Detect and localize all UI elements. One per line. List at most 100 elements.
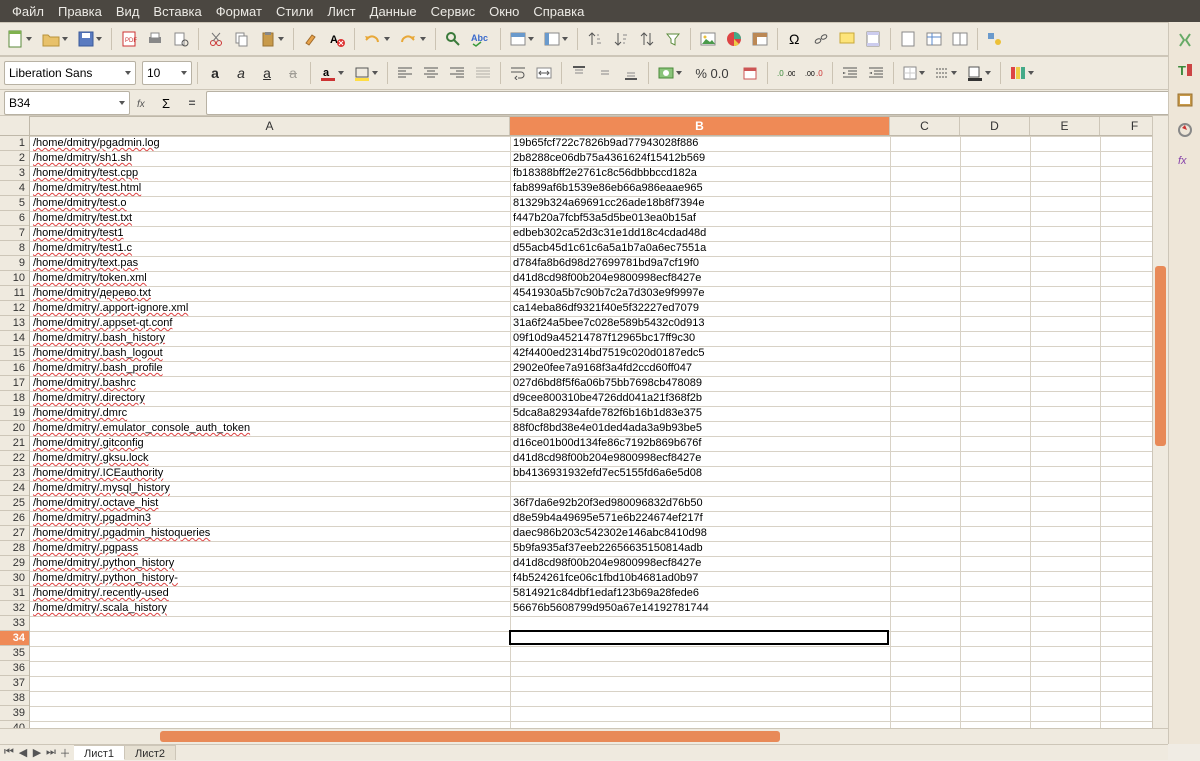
sheet-tab[interactable]: Лист1	[74, 745, 125, 760]
cell[interactable]: /home/dmitry/.pgadmin_histoqueries	[30, 526, 510, 541]
insert-pivot-button[interactable]	[748, 27, 772, 51]
open-button[interactable]	[38, 27, 72, 51]
cell[interactable]: /home/dmitry/.pgadmin3	[30, 511, 510, 526]
cell[interactable]: edbeb302ca52d3c31e1dd18c4cdad48d	[510, 226, 890, 241]
name-box[interactable]	[4, 91, 130, 115]
row-header[interactable]: 15	[0, 346, 29, 361]
cell[interactable]: /home/dmitry/.directory	[30, 391, 510, 406]
align-right-button[interactable]	[445, 61, 469, 85]
cell[interactable]: 81329b324a69691cc26ade18b8f7394e	[510, 196, 890, 211]
row-header[interactable]: 8	[0, 241, 29, 256]
cell[interactable]: /home/dmitry/дерево.txt	[30, 286, 510, 301]
add-sheet-button[interactable]: ＋	[58, 745, 72, 761]
autofilter-button[interactable]	[661, 27, 685, 51]
name-box-input[interactable]	[9, 96, 115, 110]
cell-area[interactable]: /home/dmitry/pgadmin.log/home/dmitry/sh1…	[30, 136, 1168, 728]
cell[interactable]: /home/dmitry/token.xml	[30, 271, 510, 286]
cell[interactable]: /home/dmitry/test.o	[30, 196, 510, 211]
cell[interactable]: /home/dmitry/.emulator_console_auth_toke…	[30, 421, 510, 436]
row-headers[interactable]: 1234567891011121314151617181920212223242…	[0, 136, 30, 728]
define-print-area-button[interactable]	[896, 27, 920, 51]
cell[interactable]: 19b65fcf722c7826b9ad77943028f886	[510, 136, 890, 151]
cell[interactable]: f4b524261fce06c1fbd10b4681ad0b97	[510, 571, 890, 586]
row-header[interactable]: 10	[0, 271, 29, 286]
cell[interactable]: 88f0cf8bd38e4e01ded4ada3a9b93be5	[510, 421, 890, 436]
row-header[interactable]: 2	[0, 151, 29, 166]
cell[interactable]: /home/dmitry/.bash_history	[30, 331, 510, 346]
paste-button[interactable]	[256, 27, 288, 51]
menu-данные[interactable]: Данные	[364, 2, 423, 21]
row-header[interactable]: 37	[0, 676, 29, 691]
row-header[interactable]: 7	[0, 226, 29, 241]
cell[interactable]: /home/dmitry/test1	[30, 226, 510, 241]
row-header[interactable]: 22	[0, 451, 29, 466]
cell[interactable]: 2b8288ce06db75a4361624f15412b569	[510, 151, 890, 166]
menu-вставка[interactable]: Вставка	[147, 2, 207, 21]
find-replace-button[interactable]	[441, 27, 465, 51]
insert-hyperlink-button[interactable]	[809, 27, 833, 51]
column-button[interactable]	[540, 27, 572, 51]
menu-вид[interactable]: Вид	[110, 2, 146, 21]
spreadsheet-grid[interactable]: ABCDEF 123456789101112131415161718192021…	[0, 116, 1168, 728]
cell[interactable]: /home/dmitry/test.html	[30, 181, 510, 196]
wrap-text-button[interactable]	[506, 61, 530, 85]
cell[interactable]: d16ce01b00d134fe86c7192b869b676f	[510, 436, 890, 451]
bold-button[interactable]: a	[203, 61, 227, 85]
cell[interactable]: /home/dmitry/.apport-ignore.xml	[30, 301, 510, 316]
font-size-combo[interactable]	[142, 61, 192, 85]
sheet-nav[interactable]: ⏮ ◀ ▶ ⏭ ＋	[0, 745, 74, 760]
cell[interactable]: /home/dmitry/.scala_history	[30, 601, 510, 616]
cell[interactable]: /home/dmitry/.dmrc	[30, 406, 510, 421]
sidebar-functions-icon[interactable]: fx	[1173, 148, 1197, 172]
menu-окно[interactable]: Окно	[483, 2, 525, 21]
cell[interactable]: /home/dmitry/test1.c	[30, 241, 510, 256]
cell[interactable]: 42f4400ed2314bd7519c020d0187edc5	[510, 346, 890, 361]
row-header[interactable]: 34	[0, 631, 29, 646]
horizontal-scrollbar-area[interactable]	[0, 728, 1168, 744]
select-all-corner[interactable]	[0, 116, 30, 136]
remove-decimal-button[interactable]: .00.0	[801, 61, 827, 85]
row-header[interactable]: 32	[0, 601, 29, 616]
menu-правка[interactable]: Правка	[52, 2, 108, 21]
currency-button[interactable]	[654, 61, 686, 85]
new-doc-button[interactable]	[4, 27, 36, 51]
cell[interactable]: d784fa8b6d98d27699781bd9a7cf19f0	[510, 256, 890, 271]
row-header[interactable]: 17	[0, 376, 29, 391]
row-header[interactable]: 33	[0, 616, 29, 631]
freeze-button[interactable]	[922, 27, 946, 51]
function-wizard-button[interactable]: fx	[134, 93, 154, 113]
cell[interactable]: d9cee800310be4726dd041a21f368f2b	[510, 391, 890, 406]
vertical-scrollbar-thumb[interactable]	[1155, 266, 1166, 446]
row-header[interactable]: 20	[0, 421, 29, 436]
strikethrough-button[interactable]: a	[281, 61, 305, 85]
row-header[interactable]: 27	[0, 526, 29, 541]
menu-стили[interactable]: Стили	[270, 2, 319, 21]
cell[interactable]: 36f7da6e92b20f3ed980096832d76b50	[510, 496, 890, 511]
menu-справка[interactable]: Справка	[527, 2, 590, 21]
headers-footers-button[interactable]	[861, 27, 885, 51]
split-window-button[interactable]	[948, 27, 972, 51]
export-pdf-button[interactable]: PDF	[117, 27, 141, 51]
row-header[interactable]: 40	[0, 721, 29, 728]
spellcheck-button[interactable]: Abc	[467, 27, 495, 51]
sheet-nav-last-icon[interactable]: ⏭	[44, 746, 58, 759]
column-header-D[interactable]: D	[960, 117, 1030, 135]
row-header[interactable]: 9	[0, 256, 29, 271]
print-button[interactable]	[143, 27, 167, 51]
cell[interactable]: d55acb45d1c61c6a5a1b7a0a6ec7551a	[510, 241, 890, 256]
cell[interactable]: /home/dmitry/text.pas	[30, 256, 510, 271]
cell[interactable]: fb18388bff2e2761c8c56dbbbccd182a	[510, 166, 890, 181]
cell[interactable]: /home/dmitry/.mysql_history	[30, 481, 510, 496]
row-header[interactable]: 12	[0, 301, 29, 316]
row-header[interactable]: 39	[0, 706, 29, 721]
insert-image-button[interactable]	[696, 27, 720, 51]
cell[interactable]: 56676b5608799d950a67e14192781744	[510, 601, 890, 616]
border-color-button[interactable]	[963, 61, 995, 85]
cell[interactable]: ca14eba86df9321f40e5f32227ed7079	[510, 301, 890, 316]
insert-comment-button[interactable]	[835, 27, 859, 51]
font-color-button[interactable]: a	[316, 61, 348, 85]
conditional-formatting-button[interactable]	[1006, 61, 1038, 85]
row-header[interactable]: 38	[0, 691, 29, 706]
highlight-color-button[interactable]	[350, 61, 382, 85]
row-header[interactable]: 30	[0, 571, 29, 586]
